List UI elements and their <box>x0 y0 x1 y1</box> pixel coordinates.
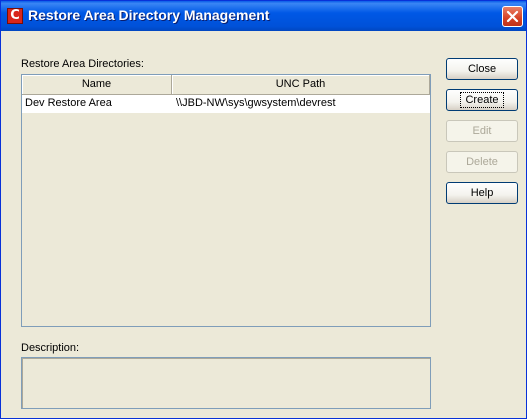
description-label: Description: <box>21 342 80 354</box>
edit-button-label: Edit <box>472 125 492 137</box>
window-close-button[interactable] <box>502 6 523 27</box>
restore-area-list[interactable]: Name UNC Path Dev Restore Area \\JBD-NW\… <box>21 74 431 327</box>
create-button[interactable]: Create <box>446 89 518 111</box>
app-logo-icon: C <box>7 8 23 24</box>
help-button-label: Help <box>470 187 494 199</box>
help-button[interactable]: Help <box>446 182 518 204</box>
row-name-cell: Dev Restore Area <box>25 97 112 109</box>
delete-button-label: Delete <box>466 156 498 168</box>
row-unc-path-cell: \\JBD-NW\sys\gwsystem\devrest <box>176 97 336 109</box>
edit-button: Edit <box>446 120 518 142</box>
close-button-label: Close <box>467 63 497 75</box>
window-title: Restore Area Directory Management <box>28 7 270 23</box>
title-bar[interactable]: C Restore Area Directory Management <box>1 1 526 31</box>
close-icon <box>506 10 519 23</box>
restore-area-dialog: C Restore Area Directory Management Rest… <box>0 0 527 419</box>
column-header-unc-path[interactable]: UNC Path <box>172 75 430 95</box>
list-empty-area <box>22 113 430 326</box>
delete-button: Delete <box>446 151 518 173</box>
create-button-label: Create <box>460 92 504 108</box>
description-field <box>21 357 431 409</box>
column-header-name[interactable]: Name <box>22 75 172 95</box>
table-row[interactable]: Dev Restore Area \\JBD-NW\sys\gwsystem\d… <box>22 95 430 113</box>
close-button[interactable]: Close <box>446 58 518 80</box>
restore-area-directories-label: Restore Area Directories: <box>21 58 144 70</box>
